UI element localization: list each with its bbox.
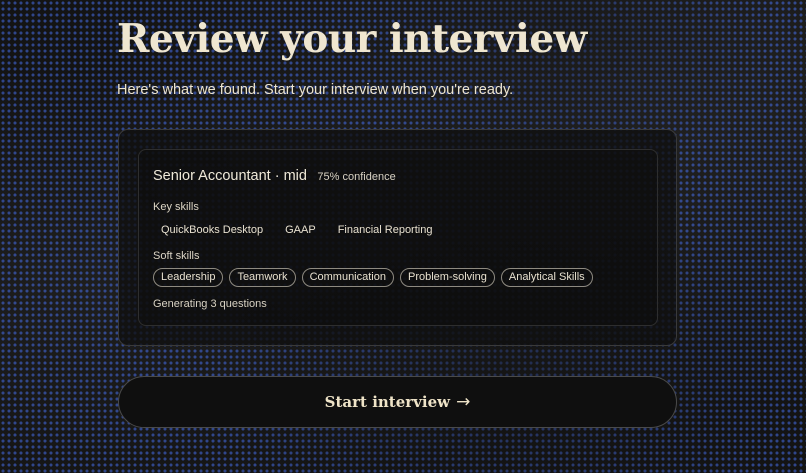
key-skills-list: QuickBooks Desktop GAAP Financial Report…	[153, 222, 446, 238]
key-skill-chip: GAAP	[285, 224, 316, 236]
key-skill-chip: QuickBooks Desktop	[161, 224, 264, 236]
role-line: Senior Accountant · mid 75% confidence	[153, 167, 396, 185]
page-subtitle: Here's what we found. Start your intervi…	[117, 82, 514, 98]
role-title: Senior Accountant · mid	[153, 168, 307, 184]
start-interview-label: Start interview	[324, 393, 451, 411]
soft-skill-chip: Problem-solving	[399, 268, 495, 287]
key-skills-label: Key skills	[153, 201, 199, 213]
page: { "header": { "title": "Review your inte…	[0, 0, 806, 473]
generation-status: Generating 3 questions	[153, 298, 267, 310]
soft-skill-chip: Teamwork	[229, 268, 296, 287]
soft-skills-label: Soft skills	[153, 250, 200, 262]
soft-skills-list: Leadership Teamwork Communication Proble…	[153, 268, 599, 287]
summary-card: Senior Accountant · mid 75% confidence K…	[118, 129, 677, 346]
key-skill-chip: Financial Reporting	[337, 224, 433, 236]
page-title: Review your interview	[117, 16, 587, 62]
confidence-label: 75% confidence	[317, 171, 396, 183]
soft-skill-chip: Leadership	[153, 268, 224, 287]
role-details-card: Senior Accountant · mid 75% confidence K…	[138, 149, 658, 326]
soft-skill-chip: Communication	[301, 268, 394, 287]
soft-skill-chip: Analytical Skills	[500, 268, 593, 287]
arrow-right-icon: →	[456, 392, 471, 412]
start-interview-button[interactable]: Start interview →	[118, 376, 677, 428]
